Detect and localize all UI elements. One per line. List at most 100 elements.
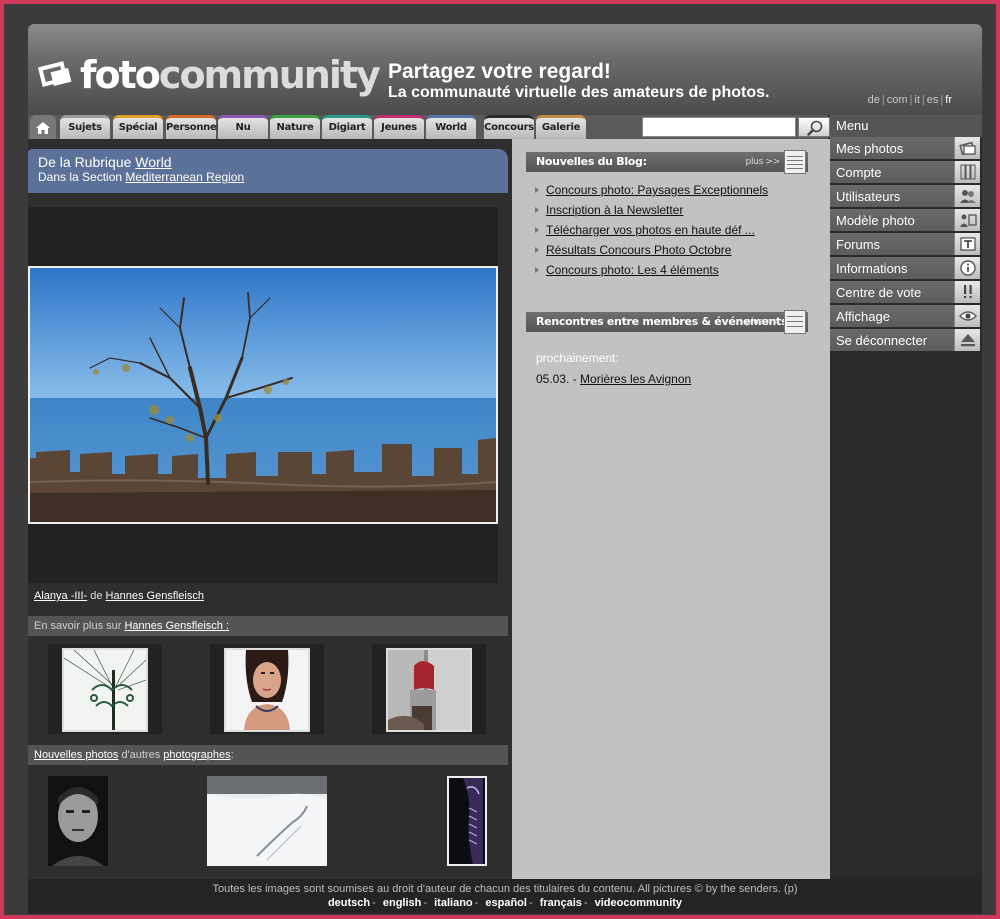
logo-text-community: community (158, 53, 381, 97)
lang-it[interactable]: it (914, 94, 920, 106)
info-icon (960, 260, 976, 276)
footer-link-videocommunity[interactable]: videocommunity (595, 897, 682, 909)
blog-item-link[interactable]: Concours photo: Paysages Exceptionnels (546, 183, 768, 197)
rubrique-link[interactable]: World (135, 154, 171, 170)
lang-de[interactable]: de (868, 94, 880, 106)
menu-item-centre-de-vote[interactable]: Centre de vote (830, 281, 980, 304)
lang-fr[interactable]: fr (945, 94, 952, 106)
upcoming-label: prochainement: (536, 351, 619, 365)
new-photo-thumb[interactable] (48, 776, 108, 866)
tab-personnes[interactable]: Personnes (166, 115, 222, 139)
list-item: Concours photo: Les 4 éléments (526, 260, 808, 280)
site-container: fotocommunity Partagez votre regard! La … (28, 24, 982, 914)
more-about-author-link[interactable]: Hannes Gensfleisch : (124, 620, 229, 632)
menu-item-label: Se déconnecter (836, 333, 928, 348)
category-tabs: Sujets Spécial Personnes Nu Nature Digia… (28, 115, 830, 139)
footer-link-espanol[interactable]: español (485, 897, 527, 909)
more-about-bar: En savoir plus sur Hannes Gensfleisch : (28, 616, 508, 636)
featured-photo-column: De la Rubrique World Dans la Section Med… (28, 139, 508, 884)
list-item: Télécharger vos photos en haute déf ... (526, 220, 808, 240)
list-item: Résultats Concours Photo Octobre (526, 240, 808, 260)
footer-link-italiano[interactable]: italiano (434, 897, 473, 909)
tab-concours[interactable]: Concours (484, 115, 534, 139)
menu-item-compte[interactable]: Compte (830, 161, 980, 184)
menu-item-forums[interactable]: Forums (830, 233, 980, 256)
tab-nu[interactable]: Nu (218, 115, 268, 139)
footer-link-english[interactable]: english (383, 897, 422, 909)
photo-caption: Alanya -III- de Hannes Gensfleisch (34, 590, 204, 602)
menu-item-informations[interactable]: Informations (830, 257, 980, 280)
section-label: Dans la Section (38, 170, 126, 184)
search-icon (807, 120, 823, 136)
logo-text-foto: foto (80, 53, 161, 97)
tab-sujets[interactable]: Sujets (60, 115, 110, 139)
tagline-subline: La communauté virtuelle des amateurs de … (388, 84, 770, 101)
list-item: Concours photo: Paysages Exceptionnels (526, 180, 808, 200)
photo-title-link[interactable]: Alanya -III- (34, 590, 87, 602)
new-photo-thumb[interactable] (207, 776, 327, 866)
menu-item-label: Utilisateurs (836, 189, 901, 204)
header: fotocommunity Partagez votre regard! La … (28, 24, 982, 115)
search-input[interactable] (642, 117, 796, 137)
event-item: 05.03. - Morières les Avignon (536, 372, 691, 386)
menu-item-se-deconnecter[interactable]: Se déconnecter (830, 329, 980, 352)
blog-list: Concours photo: Paysages Exceptionnels I… (526, 180, 808, 280)
blog-item-link[interactable]: Télécharger vos photos en haute déf ... (546, 223, 755, 237)
blog-more-link[interactable]: plus >> (746, 152, 781, 172)
blog-item-link[interactable]: Inscription à la Newsletter (546, 203, 683, 217)
footer-link-francais[interactable]: français (540, 897, 582, 909)
author-thumb[interactable] (48, 644, 162, 734)
menu-item-affichage[interactable]: Affichage (830, 305, 980, 328)
tab-digiart[interactable]: Digiart (322, 115, 372, 139)
tagline: Partagez votre regard! La communauté vir… (388, 60, 769, 102)
tab-jeunes[interactable]: Jeunes (374, 115, 424, 139)
events-more-link[interactable]: plus >> (746, 312, 781, 332)
menu-item-label: Informations (836, 261, 908, 276)
newspaper-icon (784, 150, 806, 174)
menu-title: Menu (830, 115, 982, 137)
forum-icon (960, 237, 976, 251)
vote-icon (964, 285, 972, 299)
copyright-text: Toutes les images sont soumises au droit… (212, 883, 798, 895)
photographers-link[interactable]: photographes (163, 749, 230, 761)
home-icon (36, 122, 50, 134)
footer-link-deutsch[interactable]: deutsch (328, 897, 370, 909)
menu-item-modele-photo[interactable]: Modèle photo (830, 209, 980, 232)
tab-home[interactable] (30, 115, 56, 139)
author-thumb[interactable] (372, 644, 486, 734)
eye-icon (959, 311, 977, 321)
logo[interactable]: fotocommunity (37, 53, 381, 97)
event-link[interactable]: Morières les Avignon (580, 372, 691, 386)
search-button[interactable] (798, 117, 830, 137)
menu-item-label: Compte (836, 165, 882, 180)
photo-author-link[interactable]: Hannes Gensfleisch (106, 590, 204, 602)
featured-photo[interactable] (28, 266, 498, 524)
tab-special[interactable]: Spécial (113, 115, 163, 139)
new-photos-link[interactable]: Nouvelles photos (34, 749, 118, 761)
tab-galerie[interactable]: Galerie (536, 115, 586, 139)
author-thumb[interactable] (210, 644, 324, 734)
blog-title: Nouvelles du Blog: (536, 155, 647, 168)
new-photo-thumb[interactable] (447, 776, 487, 866)
model-icon (960, 214, 977, 227)
eject-icon (961, 334, 975, 347)
author-thumb-image (386, 648, 472, 732)
more-about-label: En savoir plus sur (34, 620, 125, 632)
blog-item-link[interactable]: Concours photo: Les 4 éléments (546, 263, 719, 277)
lang-com[interactable]: com (887, 94, 908, 106)
photo-by-text: de (87, 590, 106, 602)
lang-es[interactable]: es (927, 94, 939, 106)
blog-item-link[interactable]: Résultats Concours Photo Octobre (546, 243, 731, 257)
new-photos-suffix: : (230, 749, 234, 761)
tab-world[interactable]: World (426, 115, 476, 139)
account-icon (960, 164, 976, 180)
section-link[interactable]: Mediterranean Region (125, 170, 244, 184)
footer: Toutes les images sont soumises au droit… (28, 879, 982, 913)
tab-nature[interactable]: Nature (270, 115, 320, 139)
menu-item-label: Mes photos (836, 141, 904, 156)
menu-item-label: Affichage (836, 309, 890, 324)
new-photos-bar: Nouvelles photos d'autres photographes: (28, 745, 508, 765)
menu-item-mes-photos[interactable]: Mes photos (830, 137, 980, 160)
rubrique-header: De la Rubrique World Dans la Section Med… (28, 149, 508, 193)
menu-item-utilisateurs[interactable]: Utilisateurs (830, 185, 980, 208)
